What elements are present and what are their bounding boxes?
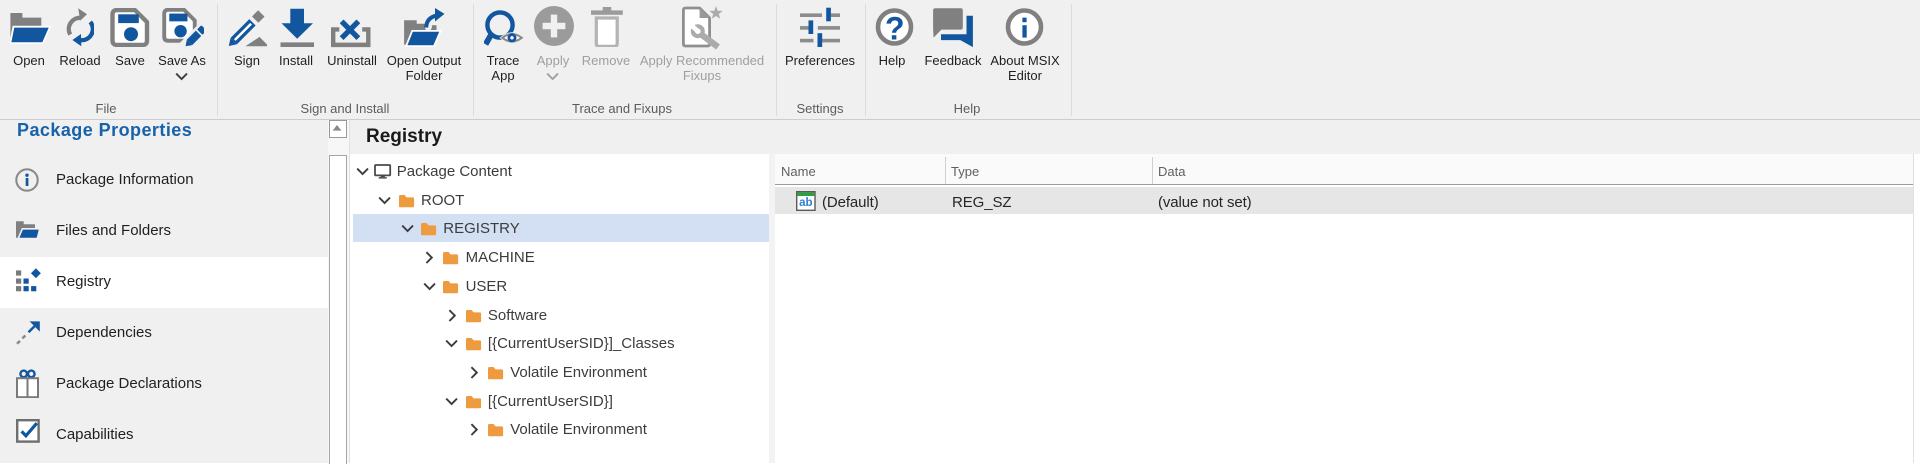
svg-text:ab: ab <box>799 197 812 209</box>
svg-text:?: ? <box>885 11 905 47</box>
